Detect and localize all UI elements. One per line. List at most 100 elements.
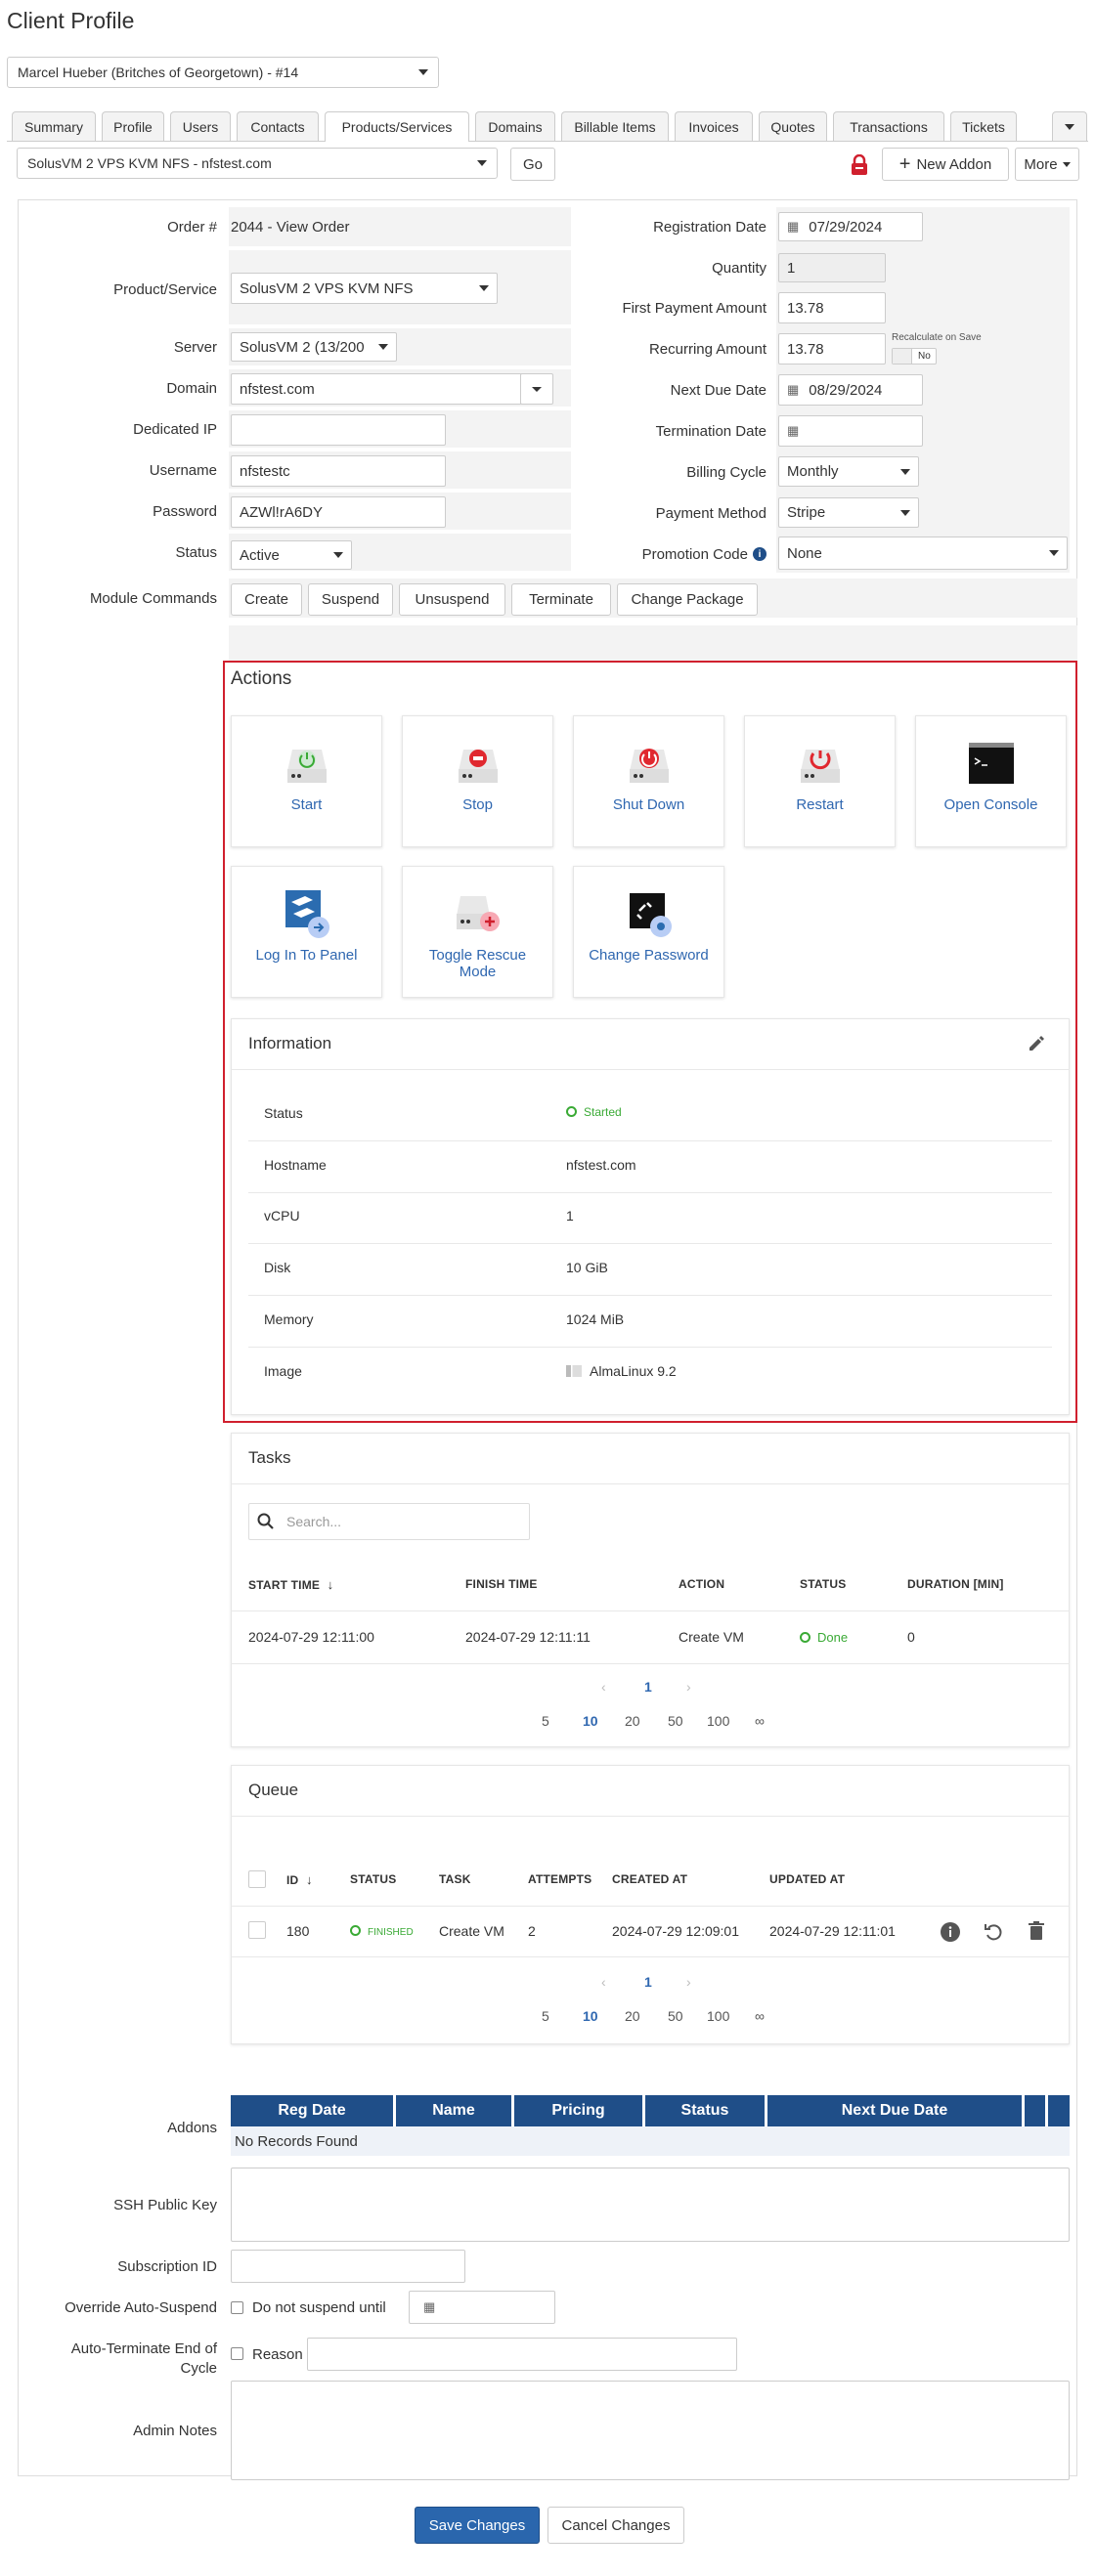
client-select[interactable]: Marcel Hueber (Britches of Georgetown) -… [7, 57, 439, 88]
queue-col-id[interactable]: ID ↓ [286, 1872, 313, 1887]
tasks-pagesize-5[interactable]: 5 [542, 1713, 549, 1729]
tasks-pagesize-50[interactable]: 50 [668, 1713, 683, 1729]
recurring-input[interactable]: 13.78 [778, 333, 886, 365]
restart-action[interactable]: Restart [744, 715, 896, 847]
server-select[interactable]: SolusVM 2 (13/200 [231, 332, 397, 362]
domain-input[interactable]: nfstest.com [231, 373, 522, 405]
tasks-pagesize-all[interactable]: ∞ [755, 1713, 765, 1729]
queue-col-task[interactable]: TASK [439, 1872, 471, 1886]
toggle-rescue-mode-action[interactable]: Toggle Rescue Mode [402, 866, 553, 998]
subscription-id-input[interactable] [231, 2250, 465, 2283]
termination-input[interactable]: ▦ [778, 415, 923, 447]
payment-method-select[interactable]: Stripe [778, 497, 919, 528]
lock-icon[interactable] [849, 153, 870, 176]
tasks-col-finish-time[interactable]: FINISH TIME [465, 1577, 538, 1591]
log-in-to-panel-action[interactable]: Log In To Panel [231, 866, 382, 998]
addons-col-reg-date[interactable]: Reg Date [231, 2095, 393, 2126]
info-icon[interactable]: i [753, 547, 766, 561]
override-date-input[interactable]: ▦ [409, 2291, 555, 2324]
tab-tickets[interactable]: Tickets [950, 111, 1017, 141]
queue-col-attempts[interactable]: ATTEMPTS [528, 1872, 591, 1886]
pencil-icon[interactable] [1027, 1034, 1046, 1053]
dedicated-ip-input[interactable] [231, 414, 446, 446]
tasks-col-start-time[interactable]: START TIME ↓ [248, 1577, 333, 1592]
addons-col-next-due[interactable]: Next Due Date [767, 2095, 1022, 2126]
stop-action[interactable]: Stop [402, 715, 553, 847]
promotion-code-select[interactable]: None [778, 537, 1068, 570]
tasks-col-duration[interactable]: DURATION [MIN] [907, 1577, 1004, 1591]
auto-terminate-checkbox[interactable] [231, 2347, 243, 2360]
tasks-col-status[interactable]: STATUS [800, 1577, 846, 1591]
password-input[interactable]: AZWl!rA6DY [231, 496, 446, 528]
cancel-changes-button[interactable]: Cancel Changes [548, 2507, 684, 2544]
tab-summary[interactable]: Summary [12, 111, 96, 141]
terminate-button[interactable]: Terminate [511, 583, 611, 616]
next-page-icon[interactable]: › [686, 1974, 691, 1990]
create-button[interactable]: Create [231, 583, 302, 616]
queue-page-current[interactable]: 1 [644, 1974, 652, 1990]
tasks-search-input[interactable]: Search... [248, 1503, 530, 1540]
tab-contacts[interactable]: Contacts [237, 111, 319, 141]
tab-invoices[interactable]: Invoices [675, 111, 753, 141]
reg-date-input[interactable]: ▦ 07/29/2024 [778, 212, 923, 241]
queue-col-updated[interactable]: UPDATED AT [769, 1872, 845, 1886]
first-payment-input[interactable]: 13.78 [778, 292, 886, 323]
product-select[interactable]: SolusVM 2 VPS KVM NFS - nfstest.com [17, 148, 498, 179]
queue-pagesize-20[interactable]: 20 [625, 2008, 640, 2024]
ssh-key-textarea[interactable] [231, 2168, 1070, 2242]
new-addon-button[interactable]: + New Addon [882, 148, 1009, 181]
tab-transactions[interactable]: Transactions [833, 111, 944, 141]
admin-notes-textarea[interactable] [231, 2381, 1070, 2480]
queue-pagesize-10[interactable]: 10 [583, 2008, 598, 2024]
tasks-page-current[interactable]: 1 [644, 1679, 652, 1695]
override-auto-suspend-checkbox[interactable] [231, 2301, 243, 2314]
queue-select-all-checkbox[interactable] [248, 1870, 266, 1888]
username-input[interactable]: nfstestc [231, 455, 446, 487]
order-link[interactable]: 2044 - View Order [231, 207, 349, 246]
trash-icon[interactable] [1026, 1920, 1047, 1942]
tab-domains[interactable]: Domains [475, 111, 555, 141]
retry-icon[interactable] [983, 1921, 1004, 1943]
addons-col-pricing[interactable]: Pricing [514, 2095, 642, 2126]
save-changes-button[interactable]: Save Changes [415, 2507, 540, 2544]
shut-down-action[interactable]: Shut Down [573, 715, 724, 847]
tasks-pagesize-100[interactable]: 100 [707, 1713, 729, 1729]
queue-pagesize-50[interactable]: 50 [668, 2008, 683, 2024]
start-action[interactable]: Start [231, 715, 382, 847]
queue-pagesize-100[interactable]: 100 [707, 2008, 729, 2024]
tasks-col-action[interactable]: ACTION [679, 1577, 724, 1591]
next-page-icon[interactable]: › [686, 1679, 691, 1695]
prev-page-icon[interactable]: ‹ [601, 1679, 606, 1695]
tab-billable-items[interactable]: Billable Items [561, 111, 669, 141]
next-due-input[interactable]: ▦ 08/29/2024 [778, 374, 923, 406]
tab-products-services[interactable]: Products/Services [325, 111, 469, 142]
tab-quotes[interactable]: Quotes [759, 111, 827, 141]
status-select[interactable]: Active [231, 540, 352, 570]
recalculate-toggle[interactable]: No [892, 348, 937, 365]
queue-pagesize-all[interactable]: ∞ [755, 2008, 765, 2024]
open-console-action[interactable]: Open Console [915, 715, 1067, 847]
tab-more-dropdown[interactable] [1052, 111, 1087, 141]
change-package-button[interactable]: Change Package [617, 583, 758, 616]
suspend-button[interactable]: Suspend [308, 583, 393, 616]
addons-col-status[interactable]: Status [645, 2095, 765, 2126]
prev-page-icon[interactable]: ‹ [601, 1974, 606, 1990]
addons-col-name[interactable]: Name [396, 2095, 511, 2126]
tab-users[interactable]: Users [170, 111, 231, 141]
info-icon[interactable] [940, 1921, 961, 1943]
queue-col-status[interactable]: STATUS [350, 1872, 396, 1886]
reason-input[interactable] [307, 2338, 737, 2371]
domain-dropdown-button[interactable] [520, 373, 553, 405]
product-service-select[interactable]: SolusVM 2 VPS KVM NFS [231, 273, 498, 304]
change-password-action[interactable]: Change Password [573, 866, 724, 998]
queue-row-checkbox[interactable] [248, 1921, 266, 1939]
tab-profile[interactable]: Profile [102, 111, 164, 141]
billing-cycle-select[interactable]: Monthly [778, 456, 919, 487]
more-button[interactable]: More [1015, 148, 1079, 181]
go-button[interactable]: Go [510, 148, 555, 181]
queue-pagesize-5[interactable]: 5 [542, 2008, 549, 2024]
tasks-pagesize-10[interactable]: 10 [583, 1713, 598, 1729]
unsuspend-button[interactable]: Unsuspend [399, 583, 505, 616]
tasks-pagesize-20[interactable]: 20 [625, 1713, 640, 1729]
queue-col-created[interactable]: CREATED AT [612, 1872, 687, 1886]
